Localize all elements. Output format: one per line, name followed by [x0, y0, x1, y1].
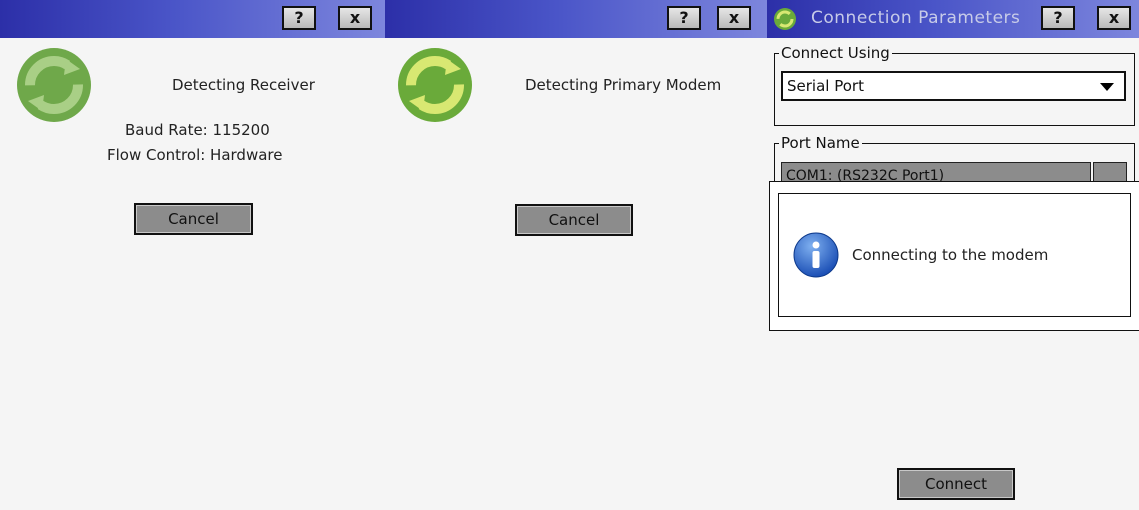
help-button[interactable]: ?	[1041, 6, 1075, 30]
status-text: Detecting Primary Modem	[525, 76, 722, 94]
title-bar: ? x	[0, 0, 385, 38]
message-box: Connecting to the modem	[769, 181, 1139, 331]
close-button[interactable]: x	[1097, 6, 1131, 30]
sync-icon	[774, 8, 796, 30]
title-bar: ? x	[385, 0, 767, 38]
chevron-down-icon[interactable]	[1100, 83, 1114, 91]
baud-rate-text: Baud Rate: 115200	[125, 121, 270, 139]
cancel-button[interactable]: Cancel	[134, 203, 253, 235]
title-bar: Connection Parameters ? x	[767, 0, 1139, 38]
connect-using-value: Serial Port	[787, 77, 864, 95]
status-text: Detecting Receiver	[172, 76, 315, 94]
sync-icon	[398, 48, 472, 122]
sync-icon	[17, 48, 91, 122]
connect-using-label: Connect Using	[781, 44, 890, 62]
info-icon	[793, 232, 839, 278]
help-button[interactable]: ?	[667, 6, 701, 30]
help-button[interactable]: ?	[282, 6, 316, 30]
port-name-label: Port Name	[781, 134, 860, 152]
dialog-title: Connection Parameters	[811, 8, 1021, 28]
flow-control-text: Flow Control: Hardware	[107, 146, 283, 164]
close-button[interactable]: x	[717, 6, 751, 30]
close-button[interactable]: x	[338, 6, 372, 30]
connect-button[interactable]: Connect	[897, 468, 1015, 500]
message-box-content: Connecting to the modem	[778, 193, 1131, 317]
modem-dialog: ? x Detecting Primary Modem Cancel	[385, 0, 767, 510]
cancel-button[interactable]: Cancel	[515, 204, 633, 236]
connect-using-select[interactable]: Serial Port	[781, 71, 1126, 101]
message-text: Connecting to the modem	[852, 246, 1049, 264]
connection-parameters-dialog: Connection Parameters ? x Connect Using …	[767, 0, 1139, 510]
receiver-dialog: ? x Detecting Receiver Baud Rate: 115200…	[0, 0, 385, 510]
